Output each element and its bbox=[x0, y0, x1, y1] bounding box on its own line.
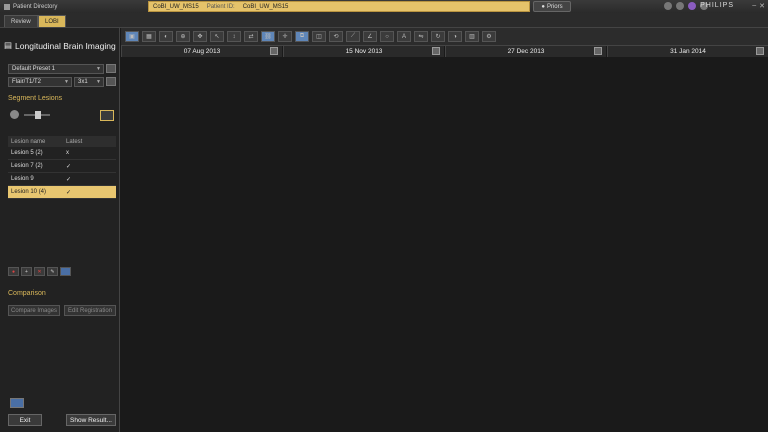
chevron-down-icon: ▼ bbox=[64, 79, 69, 85]
layout-menu-icon[interactable] bbox=[106, 77, 116, 86]
chevron-down-icon: ▼ bbox=[96, 66, 101, 72]
directory-icon bbox=[4, 3, 10, 10]
lesion-row[interactable]: Lesion 9 ✓ bbox=[8, 173, 116, 186]
invert-icon[interactable]: ◑ bbox=[448, 31, 462, 42]
comparison-heading: Comparison bbox=[8, 290, 46, 297]
latest-col: Latest bbox=[66, 138, 83, 145]
app-title-label: Patient Directory bbox=[13, 3, 58, 10]
delete-lesion-icon[interactable]: ✕ bbox=[34, 267, 45, 276]
patient-id-label: Patient ID: bbox=[206, 3, 235, 10]
image-grid: 07 Aug 2013 15 Nov 2013 27 Dec 2013 31 Jan … bbox=[121, 46, 768, 432]
record-icon[interactable]: ● bbox=[8, 267, 19, 276]
add-lesion-icon[interactable]: + bbox=[21, 267, 32, 276]
overlay-icon[interactable]: ◫ bbox=[312, 31, 326, 42]
crosshair-icon[interactable]: ✛ bbox=[278, 31, 292, 42]
minimize-icon[interactable]: – bbox=[752, 2, 756, 10]
mail-icon[interactable] bbox=[664, 2, 672, 10]
chevron-down-icon: ▼ bbox=[96, 79, 101, 85]
help-icon[interactable] bbox=[676, 2, 684, 10]
patient-id: CoBI_UW_MS15 bbox=[242, 3, 289, 10]
compare-images-button[interactable]: Compare Images bbox=[8, 305, 60, 316]
panel-title: ▤ Longitudinal Brain Imaging bbox=[4, 40, 116, 51]
timepoint-header[interactable]: 27 Dec 2013 bbox=[445, 46, 606, 57]
window-level-icon[interactable]: ◐ bbox=[159, 31, 173, 42]
lesion-latest: x bbox=[66, 150, 69, 156]
reset-icon[interactable]: ⟲ bbox=[329, 31, 343, 42]
tab-bar: Review LOBI bbox=[0, 13, 768, 28]
lesion-name: Lesion 7 (2) bbox=[11, 163, 43, 169]
angle-icon[interactable]: ∠ bbox=[363, 31, 377, 42]
priors-button[interactable]: ● Priors bbox=[533, 1, 571, 12]
lesion-latest: ✓ bbox=[66, 163, 72, 170]
lesion-latest: ✓ bbox=[66, 189, 72, 196]
window-controls: – ✕ bbox=[752, 2, 765, 10]
priors-label: Priors bbox=[546, 3, 563, 10]
lesion-table-header: Lesion name Latest bbox=[8, 136, 116, 147]
timepoint-header[interactable]: 15 Nov 2013 bbox=[283, 46, 444, 57]
patient-name: CoBI_UW_MS15 bbox=[153, 3, 199, 10]
draw-tool-icon[interactable] bbox=[100, 110, 114, 121]
app-title[interactable]: Patient Directory bbox=[4, 3, 58, 10]
zoom-icon[interactable]: ⊕ bbox=[176, 31, 190, 42]
roi-icon[interactable]: ○ bbox=[380, 31, 394, 42]
segment-heading: Segment Lesions bbox=[8, 95, 63, 102]
palette-icon[interactable] bbox=[60, 267, 71, 276]
measure-icon[interactable]: ⟋ bbox=[346, 31, 360, 42]
preset-value: Default Preset 1 bbox=[12, 66, 56, 72]
lesion-row-selected[interactable]: Lesion 10 (4) ✓ bbox=[8, 186, 116, 199]
lesion-row[interactable]: Lesion 7 (2) ✓ bbox=[8, 160, 116, 173]
sync-icon[interactable]: ⇄ bbox=[244, 31, 258, 42]
lesion-row[interactable]: Lesion 5 (2) x bbox=[8, 147, 116, 160]
lesion-latest: ✓ bbox=[66, 176, 72, 183]
layout-value: 3x1 bbox=[78, 79, 88, 85]
layout-select[interactable]: 3x1 ▼ bbox=[74, 77, 104, 87]
lesion-toolbar: ● + ✕ ✎ bbox=[8, 267, 71, 276]
pin-icon[interactable] bbox=[432, 47, 440, 55]
series-value: Flair/T1/T2 bbox=[12, 79, 42, 85]
brand-logo: PHILIPS bbox=[700, 2, 734, 9]
lesion-name: Lesion 10 (4) bbox=[11, 189, 47, 195]
close-icon[interactable]: ✕ bbox=[759, 2, 765, 10]
flip-icon[interactable]: ⇋ bbox=[414, 31, 428, 42]
timepoint-header[interactable]: 31 Jan 2014 bbox=[607, 46, 768, 57]
layout-1-icon[interactable]: ▣ bbox=[125, 31, 139, 42]
panel-title-label: Longitudinal Brain Imaging bbox=[15, 40, 116, 51]
left-panel: ▤ Longitudinal Brain Imaging Default Pre… bbox=[0, 28, 120, 432]
link-icon[interactable]: ⛓ bbox=[261, 31, 275, 42]
lesion-name: Lesion 5 (2) bbox=[11, 150, 43, 156]
series-select[interactable]: Flair/T1/T2 ▼ bbox=[8, 77, 72, 87]
brush-icon[interactable] bbox=[10, 110, 19, 119]
scroll-icon[interactable]: ↕ bbox=[227, 31, 241, 42]
patient-banner[interactable]: CoBI_UW_MS15 Patient ID: CoBI_UW_MS15 bbox=[148, 1, 530, 12]
viewer-toolbar: ▣ ▦ ◐ ⊕ ✥ ↖ ↕ ⇄ ⛓ ✛ ⧉ ◫ ⟲ ⟋ ∠ ○ A ⇋ ↻ ◑ … bbox=[121, 28, 768, 46]
layout-toggle-icon[interactable] bbox=[10, 398, 24, 408]
pan-icon[interactable]: ✥ bbox=[193, 31, 207, 42]
collapse-icon[interactable]: ▤ bbox=[4, 40, 12, 51]
edit-registration-button[interactable]: Edit Registration bbox=[64, 305, 116, 316]
exit-button[interactable]: Exit bbox=[8, 414, 42, 426]
tab-review[interactable]: Review bbox=[4, 15, 38, 27]
priors-icon: ● bbox=[541, 3, 545, 10]
pin-icon[interactable] bbox=[756, 47, 764, 55]
layout-2-icon[interactable]: ▦ bbox=[142, 31, 156, 42]
rotate-icon[interactable]: ↻ bbox=[431, 31, 445, 42]
pin-icon[interactable] bbox=[594, 47, 602, 55]
tab-lobi[interactable]: LOBI bbox=[38, 15, 66, 27]
timepoint-header[interactable]: 07 Aug 2013 bbox=[121, 46, 282, 57]
lesion-name: Lesion 9 bbox=[11, 176, 34, 182]
settings-icon[interactable]: ⚙ bbox=[482, 31, 496, 42]
compare-icon[interactable]: ⧉ bbox=[295, 31, 309, 42]
cursor-icon[interactable]: ↖ bbox=[210, 31, 224, 42]
edit-lesion-icon[interactable]: ✎ bbox=[47, 267, 58, 276]
stack-icon[interactable]: ▥ bbox=[465, 31, 479, 42]
annotate-icon[interactable]: A bbox=[397, 31, 411, 42]
slider-handle[interactable] bbox=[35, 111, 41, 119]
preset-select[interactable]: Default Preset 1 ▼ bbox=[8, 64, 104, 74]
lesion-name-col: Lesion name bbox=[11, 138, 46, 145]
preset-menu-icon[interactable] bbox=[106, 64, 116, 73]
user-icon[interactable] bbox=[688, 2, 696, 10]
pin-icon[interactable] bbox=[270, 47, 278, 55]
show-result-button[interactable]: Show Result... bbox=[66, 414, 116, 426]
